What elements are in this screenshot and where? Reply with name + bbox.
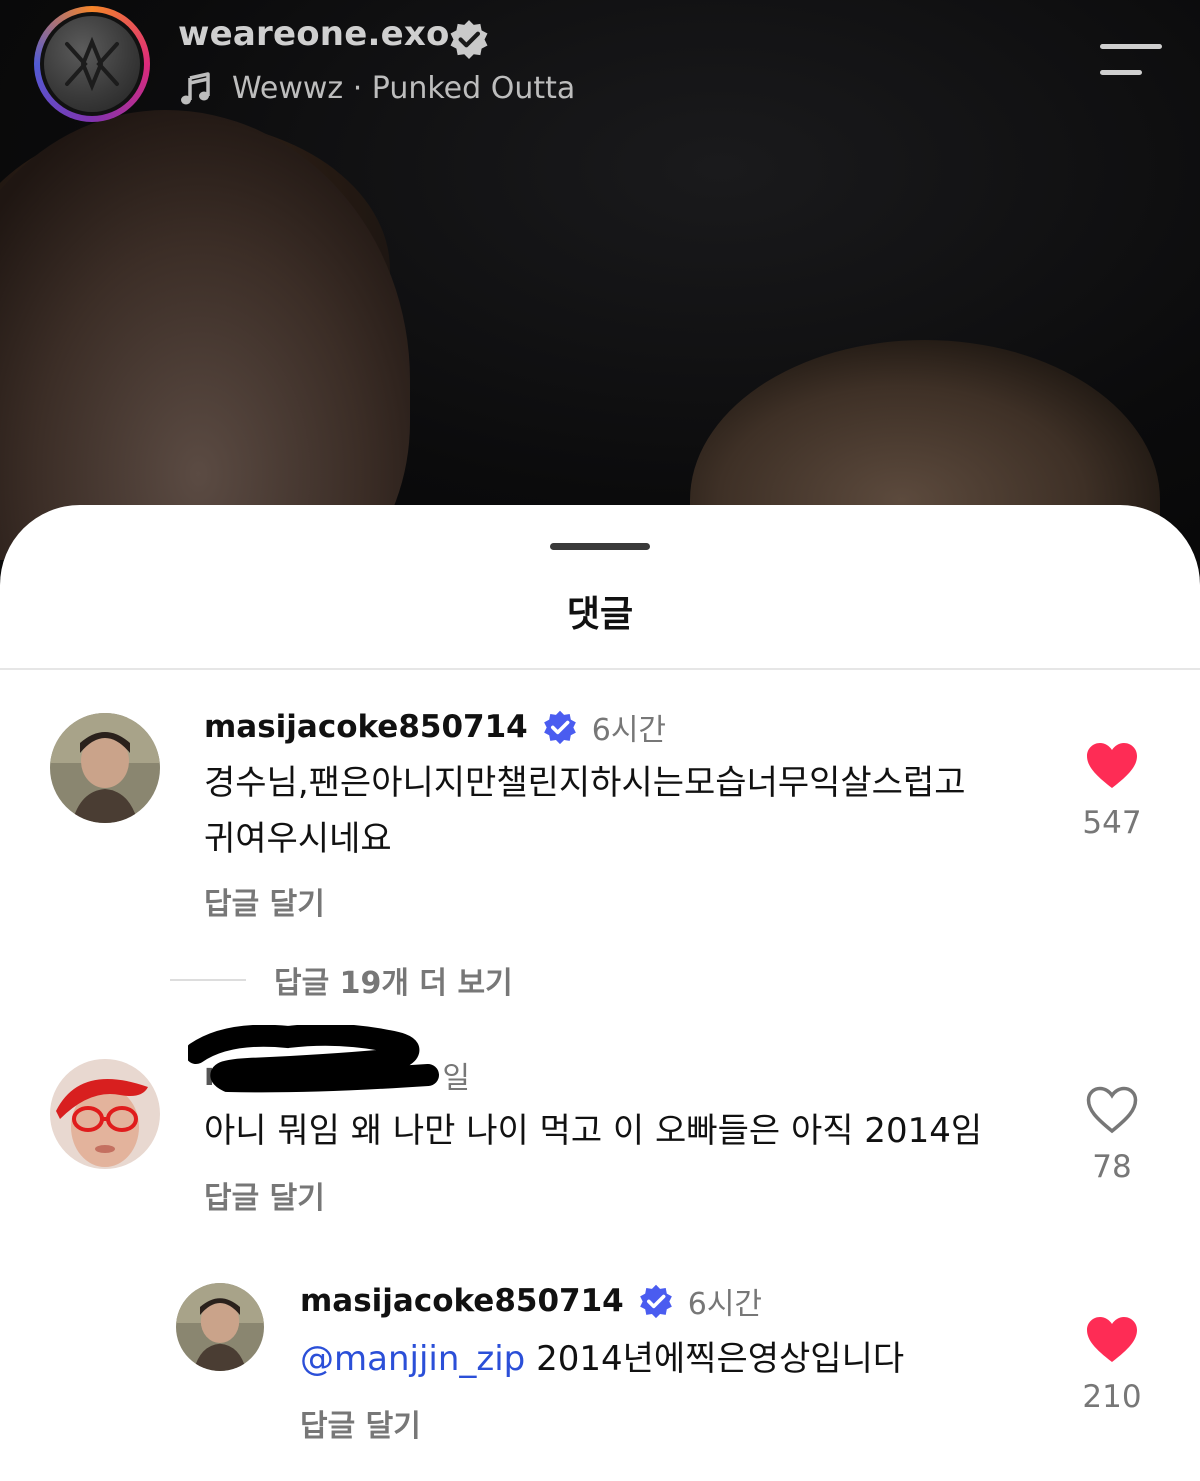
profile-avatar[interactable] [34,6,150,122]
exo-logo-icon [44,16,140,112]
commenter-avatar[interactable] [50,713,160,823]
verified-badge-icon [450,20,488,59]
sheet-drag-handle[interactable] [550,543,650,550]
account-username[interactable]: weareone.exo [178,14,450,54]
video-player[interactable]: weareone.exo Wewwz · Punked Outta [0,0,1200,560]
heart-filled-icon [1087,1317,1137,1362]
menu-icon[interactable] [1096,40,1166,80]
commenter-avatar[interactable] [50,1059,160,1169]
reply-button[interactable]: 답글 달기 [300,1401,421,1445]
music-info[interactable]: Wewwz · Punked Outta [178,70,575,106]
redaction-scribble [188,1025,439,1093]
verified-badge-icon [639,1284,672,1319]
commenter-username[interactable]: masijacoke850714 [300,1283,624,1319]
like-count: 547 [1082,805,1142,841]
commenter-avatar[interactable] [176,1283,264,1371]
like-count: 78 [1092,1149,1132,1185]
verified-badge-icon [543,710,576,745]
comment-text: @manjjin_zip 2014년에찍은영상입니다 [300,1339,905,1379]
mention-link[interactable]: @manjjin_zip [300,1339,525,1379]
commenter-username[interactable]: masijacoke850714 [204,709,528,745]
comment-text: 아니 뭐임 왜 나만 나이 먹고 이 오빠들은 아직 2014임 [204,1111,983,1151]
like-button[interactable]: 547 [1072,741,1152,841]
music-note-icon [181,72,210,105]
heart-outline-icon [1086,1086,1138,1134]
comment-time: 6시간 [687,1287,763,1322]
music-title: Wewwz · Punked Outta [232,70,576,106]
like-count: 210 [1082,1379,1142,1415]
heart-filled-icon [1087,743,1137,788]
comment-text: 경수님,팬은아니지만챌린지하시는모습너무익살스럽고 귀여우시네요 [204,763,966,859]
comments-sheet: 댓글 masijacoke850714 6시간 경수님,팬은아니지만챌린지하시는… [0,505,1200,1481]
view-more-replies-label: 답글 19개 더 보기 [274,966,513,1001]
like-button[interactable]: 210 [1072,1315,1152,1415]
reply-button[interactable]: 답글 달기 [204,879,325,923]
sheet-title: 댓글 [566,594,634,635]
comment-time: 6시간 [591,713,667,748]
reply-button[interactable]: 답글 달기 [204,1173,325,1217]
divider [0,668,1200,670]
video-person-left [0,110,410,560]
view-more-replies[interactable]: 답글 19개 더 보기 [170,958,513,1002]
like-button[interactable]: 78 [1072,1085,1152,1185]
